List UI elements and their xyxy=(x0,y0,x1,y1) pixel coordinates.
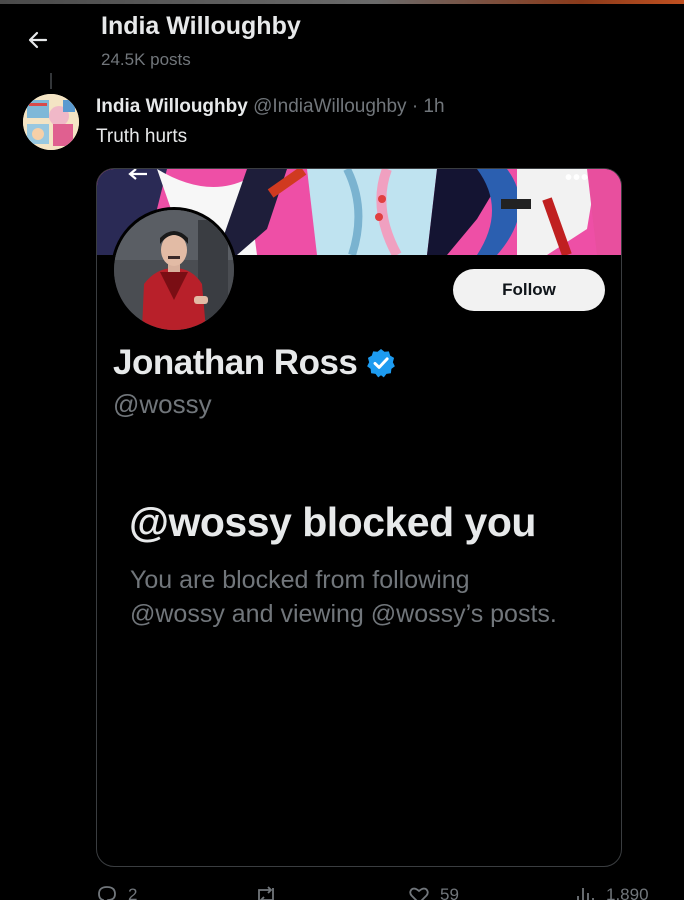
author-avatar[interactable] xyxy=(23,94,79,150)
profile-handle: @wossy xyxy=(113,389,212,419)
thread-line xyxy=(50,73,52,89)
heart-icon xyxy=(409,887,429,900)
post-count: 24.5K posts xyxy=(101,50,191,69)
like-button[interactable]: 59 xyxy=(408,884,459,900)
follow-button[interactable]: Follow xyxy=(453,269,605,311)
reply-count: 2 xyxy=(128,885,138,900)
arrow-left-icon xyxy=(28,31,48,49)
author-name[interactable]: India Willoughby xyxy=(96,96,248,117)
blocked-title: @wossy blocked you xyxy=(129,499,536,545)
more-icon: ••• xyxy=(565,169,590,189)
avatar-image xyxy=(23,94,79,150)
like-count: 59 xyxy=(440,885,459,900)
views-count: 1,890 xyxy=(606,885,649,900)
reply-icon xyxy=(98,886,116,900)
retweet-icon xyxy=(258,886,274,900)
verified-badge-icon xyxy=(367,349,396,378)
profile-name-row: Jonathan Ross xyxy=(113,343,397,383)
author-handle[interactable]: @IndiaWilloughby xyxy=(253,96,406,117)
back-button[interactable] xyxy=(20,24,56,56)
profile-name: Jonathan Ross xyxy=(113,343,358,382)
top-edge-strip xyxy=(0,0,684,4)
profile-photo xyxy=(114,210,234,330)
tweet-text: Truth hurts xyxy=(96,126,188,147)
views-button[interactable]: 1,890 xyxy=(574,884,649,900)
views-icon xyxy=(577,888,594,900)
tweet-time[interactable]: 1h xyxy=(423,96,444,117)
page-title: India Willoughby xyxy=(101,12,301,40)
page: India Willoughby 24.5K posts India Willo… xyxy=(0,0,684,900)
tweet-image[interactable]: ••• Follow Jonathan Ross @wossy @wossy b… xyxy=(96,168,622,867)
separator-dot: · xyxy=(411,96,419,117)
reply-button[interactable]: 2 xyxy=(96,884,137,900)
profile-avatar xyxy=(111,207,237,333)
tweet-author-line: India Willoughby @IndiaWilloughby · 1h xyxy=(96,96,445,118)
retweet-button[interactable] xyxy=(254,884,288,900)
banner-back-icon xyxy=(128,169,147,180)
blocked-description: You are blocked from following @wossy an… xyxy=(130,566,557,628)
